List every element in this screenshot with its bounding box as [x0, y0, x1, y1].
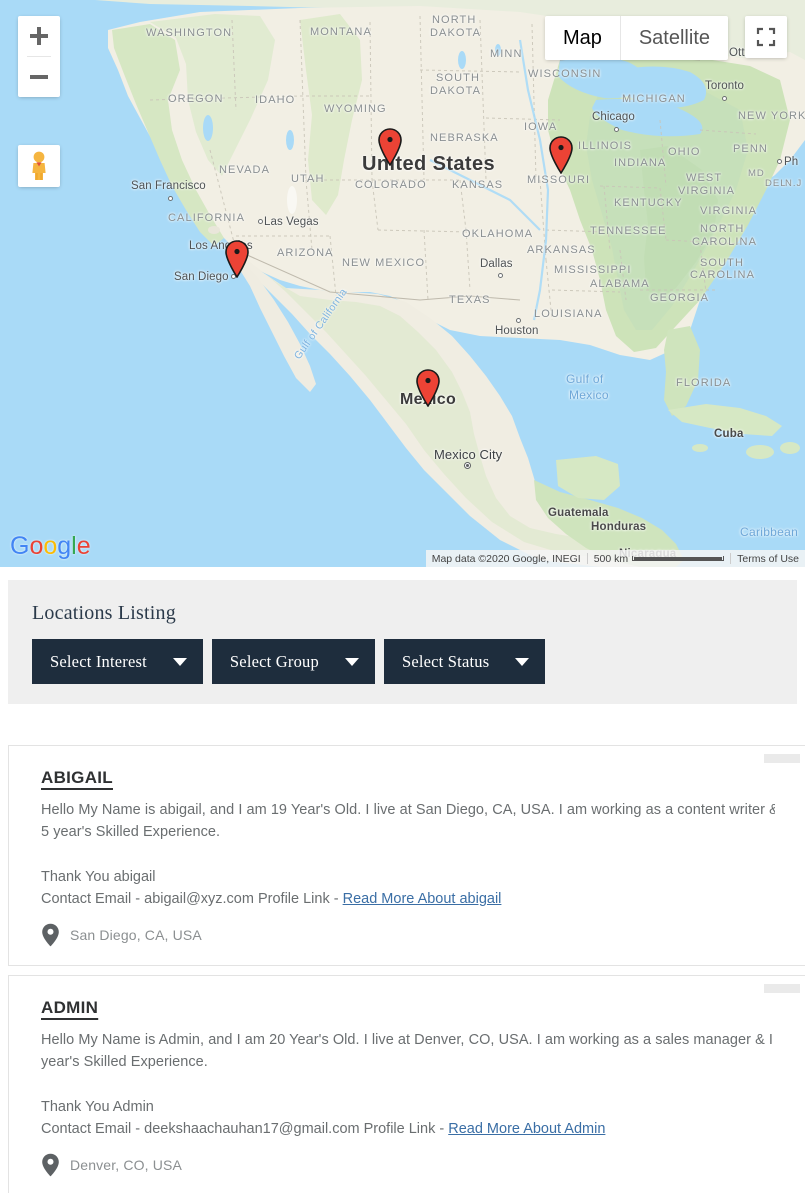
- read-more-link[interactable]: Read More About abigail: [343, 891, 502, 907]
- card-scrollbar[interactable]: [764, 754, 800, 763]
- zoom-control[interactable]: [18, 16, 60, 97]
- select-group[interactable]: Select Group: [211, 639, 375, 684]
- listing-location-text: San Diego, CA, USA: [70, 927, 202, 944]
- card-scrollbar[interactable]: [764, 984, 800, 993]
- street-view-pegman-button[interactable]: [18, 145, 60, 187]
- read-more-link[interactable]: Read More About Admin: [448, 1121, 605, 1137]
- map-city-dot: [516, 318, 521, 323]
- google-logo-letter: o: [43, 532, 58, 560]
- select-status[interactable]: Select Status: [383, 639, 546, 684]
- listing-location: San Diego, CA, USA: [41, 923, 775, 947]
- listing-description-line-2: 5 year's Skilled Experience.: [41, 824, 221, 841]
- map-scale-label: 500 km: [593, 552, 629, 565]
- listing-contact-email: Contact Email - deekshaachauhan17@gmail.…: [41, 1120, 449, 1137]
- select-status-label: Select Status: [401, 651, 490, 671]
- google-logo-letter: G: [10, 532, 30, 560]
- card-content: ABIGAIL Hello My Name is abigail, and I a…: [9, 746, 805, 965]
- google-logo-letter: e: [76, 532, 91, 560]
- listing-title-link[interactable]: ABIGAIL: [41, 768, 113, 788]
- listing-contact-line: Contact Email - abigail@xyz.com Profile …: [41, 889, 775, 911]
- map-city-dot: [722, 96, 727, 101]
- marker-denver[interactable]: [377, 128, 403, 166]
- map-city-dot: [498, 273, 503, 278]
- listing-thanks: Thank You Admin: [41, 1098, 154, 1115]
- listing-contact-email: Contact Email - abigail@xyz.com Profile …: [41, 890, 343, 907]
- listing-meta: Thank You abigail Contact Email - abigail…: [41, 867, 775, 911]
- filters-panel: Locations Listing Select Interest Select …: [8, 580, 797, 704]
- locations-page: WASHINGTON MONTANA NORTH DAKOTA MINN OREGON ID…: [0, 0, 805, 1193]
- listing-description: Hello My Name is abigail, and I am 19 Ye…: [41, 799, 775, 844]
- listing-contact-line: Contact Email - deekshaachauhan17@gmail.…: [41, 1119, 775, 1141]
- listing-card: ABIGAIL Hello My Name is abigail, and I a…: [8, 745, 805, 967]
- select-interest[interactable]: Select Interest: [32, 639, 203, 684]
- listing-description: Hello My Name is Admin, and I am 20 Year…: [41, 1029, 775, 1074]
- map-landmass: [95, 0, 805, 567]
- map-city-dot: [777, 159, 782, 164]
- select-group-label: Select Group: [229, 651, 319, 671]
- filter-row: Select Interest Select Group Select Status: [8, 625, 797, 684]
- listing-thanks: Thank You abigail: [41, 868, 156, 885]
- map-type-control[interactable]: Map Satellite: [544, 16, 728, 60]
- google-logo-letter: g: [57, 532, 72, 560]
- location-pin-icon: [41, 923, 60, 947]
- pegman-icon: [32, 151, 46, 180]
- marker-missouri[interactable]: [548, 136, 574, 174]
- fullscreen-button[interactable]: [745, 16, 787, 58]
- listing-description-line-2: year's Skilled Experience.: [41, 1054, 208, 1071]
- map-city-dot: [614, 127, 619, 132]
- select-interest-label: Select Interest: [50, 651, 147, 671]
- listing-description-line-1: Hello My Name is Admin, and I am 20 Year…: [41, 1032, 775, 1048]
- listing-description-line-1: Hello My Name is abigail, and I am 19 Ye…: [41, 802, 775, 818]
- chevron-down-icon: [172, 657, 187, 666]
- map-type-map-button[interactable]: Map: [545, 16, 620, 60]
- google-map[interactable]: WASHINGTON MONTANA NORTH DAKOTA MINN OREGON ID…: [0, 0, 805, 567]
- listing-card: ADMIN Hello My Name is Admin, and I am 20…: [8, 975, 805, 1193]
- marker-sandiego[interactable]: [224, 240, 250, 278]
- listing-location: Denver, CO, USA: [41, 1153, 775, 1177]
- google-logo[interactable]: Google: [10, 534, 91, 559]
- page-title: Locations Listing: [32, 602, 176, 624]
- map-city-dot: [168, 196, 173, 201]
- zoom-in-button[interactable]: [18, 16, 60, 56]
- map-scale: 500 km: [588, 553, 730, 565]
- map-type-satellite-button[interactable]: Satellite: [619, 16, 728, 60]
- card-content: ADMIN Hello My Name is Admin, and I am 20…: [9, 976, 805, 1193]
- map-attribution: Map data ©2020 Google, INEGI 500 km Term…: [425, 550, 805, 567]
- terms-of-use-link[interactable]: Terms of Use: [731, 553, 805, 565]
- chevron-down-icon: [344, 657, 359, 666]
- location-pin-icon: [41, 1153, 60, 1177]
- map-city-dot: [258, 219, 263, 224]
- listing-meta: Thank You Admin Contact Email - deekshaac…: [41, 1097, 775, 1141]
- marker-mexico[interactable]: [415, 369, 441, 407]
- listing-location-text: Denver, CO, USA: [70, 1157, 182, 1174]
- map-scale-bar: [632, 556, 725, 561]
- map-data-text: Map data ©2020 Google, INEGI: [431, 552, 581, 565]
- zoom-out-button[interactable]: [18, 57, 60, 97]
- chevron-down-icon: [515, 657, 530, 666]
- google-logo-letter: o: [29, 532, 44, 560]
- fullscreen-icon: [756, 27, 776, 47]
- listing-title-link[interactable]: ADMIN: [41, 998, 98, 1018]
- map-city-dot: [464, 462, 471, 469]
